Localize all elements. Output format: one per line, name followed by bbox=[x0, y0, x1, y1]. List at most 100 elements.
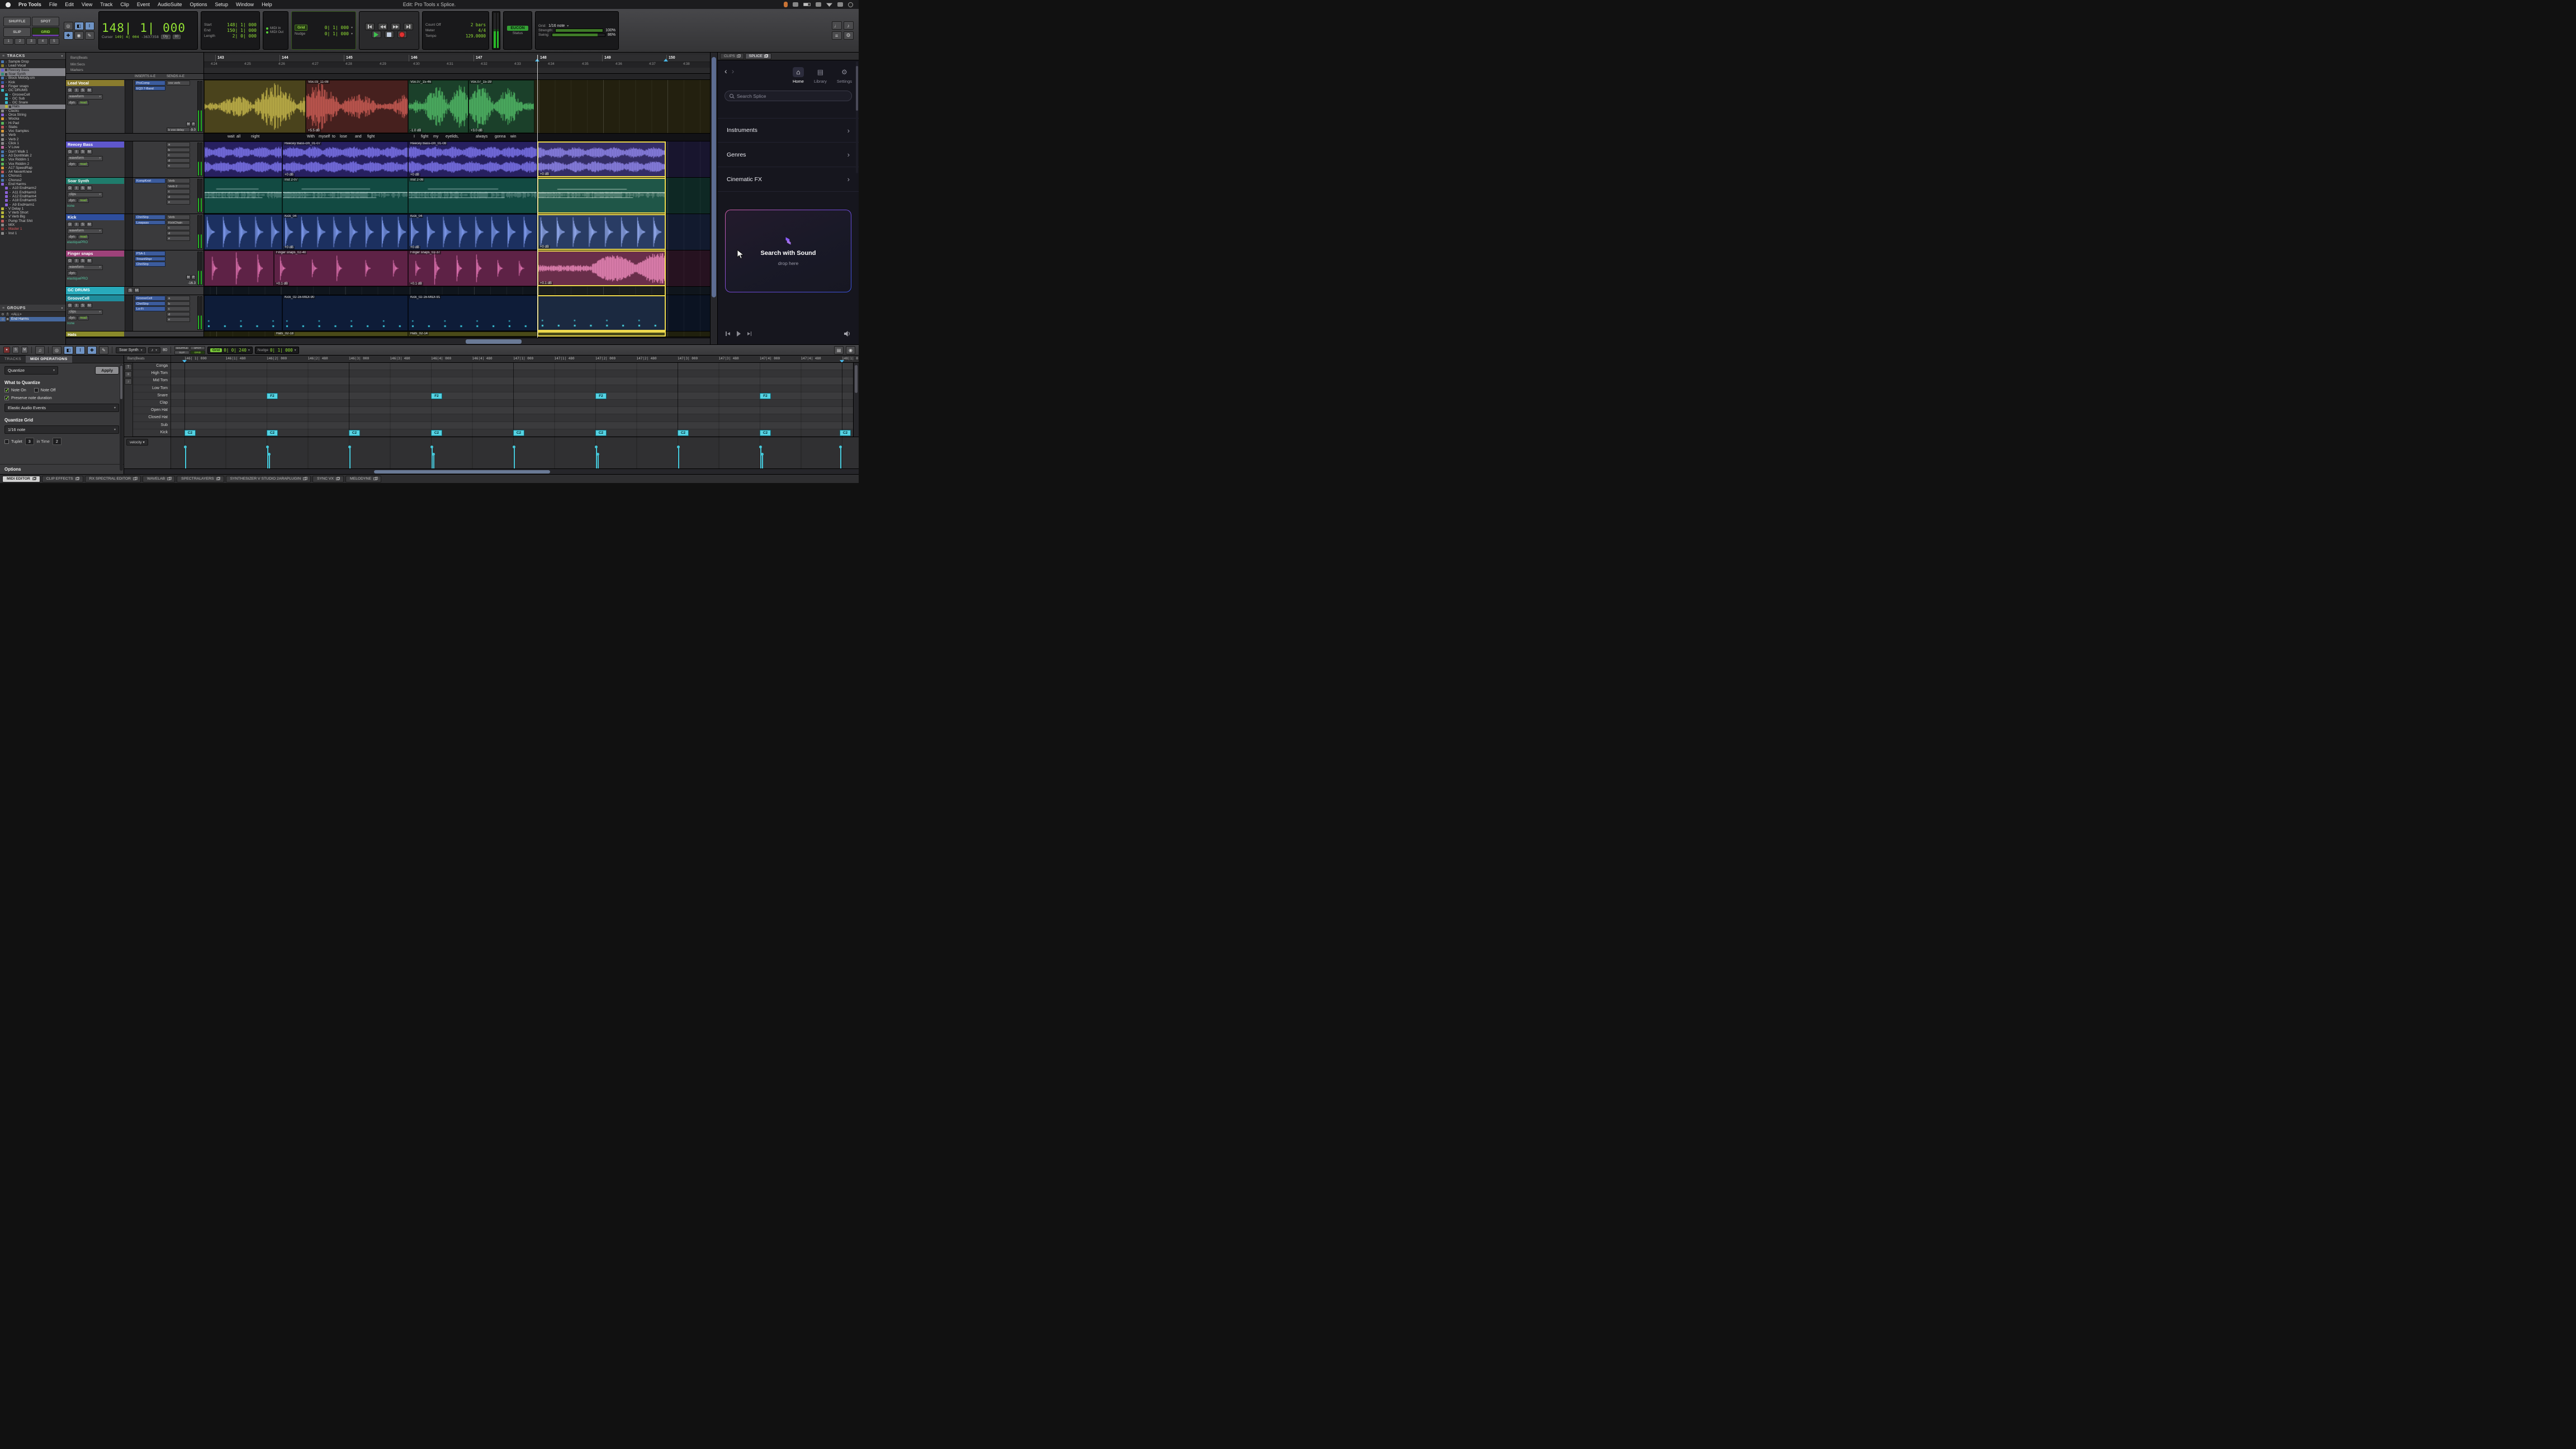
groups-menu-icon[interactable]: ≡ bbox=[2, 306, 5, 310]
track-nameplate[interactable]: GrooveCell bbox=[66, 295, 124, 301]
tracks-collapse-icon[interactable]: ▾ bbox=[61, 54, 63, 58]
clip[interactable]: +0 dB bbox=[537, 141, 666, 177]
track-item-hi-pad[interactable]: Hi Pad bbox=[0, 121, 65, 125]
volume-icon[interactable] bbox=[844, 331, 851, 337]
play-button[interactable] bbox=[372, 31, 381, 38]
zoom-preset-4[interactable]: 4 bbox=[37, 38, 48, 45]
send-e[interactable]: e bbox=[167, 236, 190, 241]
meter-label[interactable]: Meter bbox=[425, 29, 435, 32]
midi-track-selector[interactable]: Soar Synth▾ bbox=[116, 347, 146, 353]
group-btn-m[interactable]: M bbox=[134, 288, 140, 293]
midi-note-c2[interactable]: C2 bbox=[678, 430, 689, 436]
send-e[interactable]: e bbox=[167, 200, 190, 205]
send-d[interactable]: d bbox=[167, 312, 190, 317]
clip-kick-04[interactable]: Kick_04+0 dB bbox=[282, 214, 408, 250]
battery-icon[interactable] bbox=[803, 3, 811, 6]
midi-ops-scrollbar[interactable] bbox=[120, 364, 123, 471]
midi-mode-shuffle[interactable]: SHUFFLE bbox=[174, 346, 190, 350]
mini-pan[interactable]: P bbox=[191, 275, 196, 280]
tab-wavelab[interactable]: WAVELAB bbox=[143, 476, 175, 482]
go-to-end-button[interactable] bbox=[404, 23, 413, 30]
velocity-stem[interactable] bbox=[678, 447, 679, 468]
selector-tool-icon[interactable]: I bbox=[85, 22, 94, 30]
track-item-sample-drop[interactable]: Sample Drop bbox=[0, 60, 65, 64]
track-item-inst-1[interactable]: Inst 1 bbox=[0, 231, 65, 235]
edit-hscrollbar[interactable] bbox=[66, 338, 710, 344]
midi-target-icon[interactable]: ◉ bbox=[846, 346, 855, 354]
grid-value[interactable]: 0| 1| 000 bbox=[325, 25, 349, 30]
operation-select[interactable]: Quantize▾ bbox=[4, 366, 58, 375]
clip-kick-02-16-midi-91[interactable]: Kick_02-16-MIDI-91 bbox=[408, 295, 537, 331]
mini-mute[interactable]: M bbox=[186, 122, 191, 126]
clip-finger-snaps-02-40[interactable]: Finger snaps_02-40+0.1 dB bbox=[274, 250, 408, 286]
send-d[interactable]: d bbox=[167, 158, 190, 163]
track-btn-s[interactable]: S bbox=[80, 258, 86, 263]
velocity-stem[interactable] bbox=[762, 454, 763, 468]
me-lane-name-high-tom[interactable]: High Tom bbox=[133, 370, 171, 377]
vscroll-thumb[interactable] bbox=[712, 57, 716, 297]
clip-kick-04[interactable]: Kick_04+0 dB bbox=[408, 214, 537, 250]
nav-settings[interactable]: ⚙Settings bbox=[837, 67, 852, 84]
tempo-value[interactable]: 129.0000 bbox=[466, 34, 486, 39]
track-item-chorus1[interactable]: Chorus1 bbox=[0, 174, 65, 178]
insert-chnlstrp[interactable]: ChnlStrp bbox=[135, 262, 165, 267]
track-view-selector[interactable]: clips▾ bbox=[67, 310, 103, 315]
track-item-gc-snare[interactable]: GC Snare bbox=[0, 101, 65, 105]
menu-event[interactable]: Event bbox=[134, 2, 153, 7]
track-view-selector[interactable]: waveform▾ bbox=[67, 156, 103, 161]
pre-roll-chip[interactable]: 80 bbox=[173, 35, 181, 39]
track-item-a4-neverknew[interactable]: A4 NeverKnew bbox=[0, 170, 65, 174]
track-item-mix[interactable]: MIX bbox=[0, 223, 65, 227]
swing-bar[interactable] bbox=[552, 33, 605, 37]
display-icon[interactable] bbox=[816, 2, 821, 7]
insert-kompkntrl[interactable]: KompKntrl bbox=[135, 178, 165, 183]
splice-row-instruments[interactable]: Instruments› bbox=[718, 118, 859, 143]
apple-menu-icon[interactable] bbox=[6, 2, 11, 7]
insert-chnlstrp[interactable]: ChnlStrp bbox=[135, 215, 165, 220]
track-nameplate[interactable]: Hats bbox=[66, 332, 124, 337]
timeline-lead-vocal[interactable]: Vox.03_11-08+5.5 dBVox.07_15-46-1.0 dBVo… bbox=[204, 80, 710, 133]
me-tool-2[interactable]: ♪ bbox=[125, 378, 132, 385]
midi-record-button[interactable]: ● bbox=[3, 347, 10, 353]
keyboard-icon[interactable] bbox=[793, 2, 798, 7]
clip-vox-07-15-46[interactable]: Vox.07_15-46-1.0 dB bbox=[408, 80, 468, 133]
insert-lowpass[interactable]: Lowpass bbox=[135, 220, 165, 225]
me-lane-name-clap[interactable]: Clap bbox=[133, 400, 171, 407]
track-nameplate[interactable]: GC DRUMS bbox=[66, 287, 124, 295]
tuplet-checkbox[interactable]: Tuplet bbox=[4, 439, 22, 444]
menu-edit[interactable]: Edit bbox=[61, 2, 77, 7]
velocity-lane-selector[interactable]: velocity ▾ bbox=[126, 439, 148, 446]
auto-read[interactable]: read bbox=[78, 316, 89, 320]
apply-button[interactable]: Apply bbox=[95, 366, 119, 375]
track-item-groovecell[interactable]: GrooveCell bbox=[0, 92, 65, 96]
auto-read[interactable]: read bbox=[78, 235, 89, 239]
me-ruler-grid[interactable]: 146| 1| 000146|1| 480146|2| 000146|2| 48… bbox=[171, 356, 859, 362]
quantize-grid-select[interactable]: 1/16 note▾ bbox=[4, 425, 119, 434]
midi-note-c2[interactable]: C2 bbox=[760, 430, 771, 436]
midi-merge-icon[interactable]: ♪ bbox=[844, 21, 854, 30]
me-tool-1[interactable]: ≡ bbox=[125, 371, 132, 377]
tab-melodyne[interactable]: MELODYNE bbox=[345, 476, 381, 482]
inserts-header[interactable]: INSERTS A-E bbox=[135, 75, 155, 78]
velocity-stem[interactable] bbox=[760, 447, 761, 468]
midi-note-c2[interactable]: C2 bbox=[184, 430, 196, 436]
timeline-hats[interactable]: Hats_02-18Hats_02-14 bbox=[204, 332, 710, 337]
plugin-mode-label[interactable]: elastiquePRO bbox=[67, 241, 88, 244]
velocity-stem[interactable] bbox=[840, 447, 841, 468]
send-d[interactable]: d bbox=[167, 231, 190, 236]
tab-spectralayers[interactable]: SPECTRALAYERS bbox=[177, 476, 224, 482]
me-lane-name-conga[interactable]: Conga bbox=[133, 363, 171, 370]
midi-mute-button[interactable]: M bbox=[21, 347, 28, 353]
ruler-label-secs[interactable]: Min:Secs bbox=[70, 63, 85, 67]
mode-spot[interactable]: SPOT bbox=[32, 17, 59, 26]
ruler-label-bars[interactable]: Bars|Beats bbox=[70, 56, 88, 60]
track-btn-o[interactable]: O bbox=[67, 88, 73, 93]
back-arrow[interactable]: ‹ bbox=[724, 67, 727, 75]
send-a[interactable]: a bbox=[167, 142, 190, 147]
tuplet-d-field[interactable]: 2 bbox=[53, 438, 61, 445]
group-item-end-harms[interactable]: aEnd Harms bbox=[0, 317, 65, 322]
strength-bar[interactable] bbox=[555, 29, 603, 32]
track-item-voc-samples[interactable]: Voc Samples bbox=[0, 129, 65, 133]
note-off-checkbox[interactable]: Note Off bbox=[34, 387, 56, 392]
tab-splice[interactable]: SPLICE bbox=[745, 53, 771, 59]
